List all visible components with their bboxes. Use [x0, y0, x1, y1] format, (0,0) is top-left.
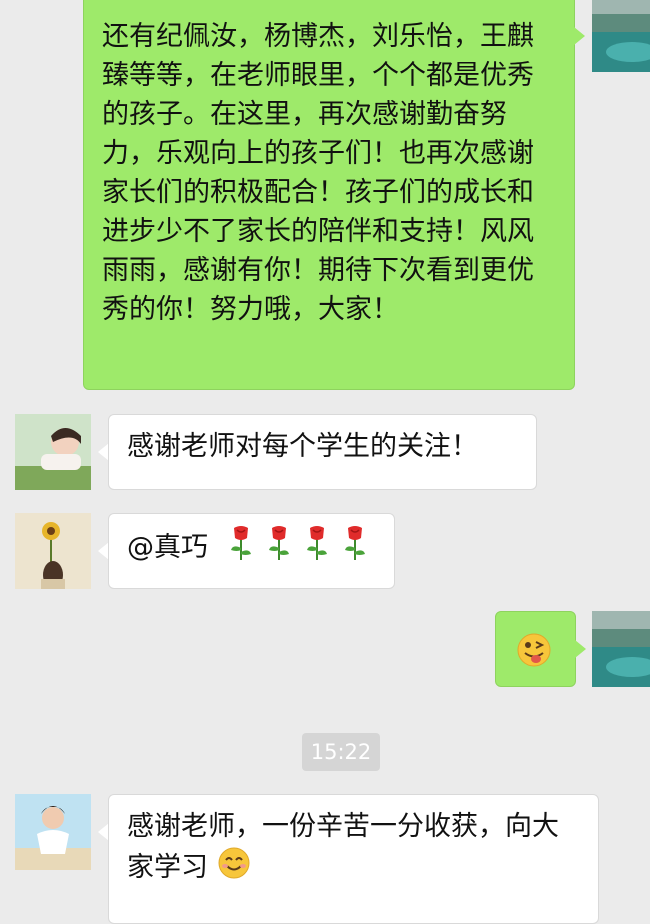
- message-text: @真巧: [127, 532, 208, 563]
- rose-icon: [303, 526, 331, 571]
- smiling-emoji-icon: [217, 846, 251, 891]
- message-bubble[interactable]: 感谢老师对每个学生的关注！: [108, 414, 537, 490]
- avatar[interactable]: [592, 611, 650, 687]
- message-bubble[interactable]: 还有纪佩汝，杨博杰，刘乐怡，王麒臻等等，在老师眼里，个个都是优秀的孩子。在这里，…: [83, 0, 575, 390]
- lake-photo-icon: [592, 611, 650, 687]
- timestamp-badge: 15:22: [302, 733, 380, 771]
- message-bubble[interactable]: 感谢老师，一份辛苦一分收获，向大家学习: [108, 794, 599, 924]
- rose-icon: [227, 526, 255, 571]
- avatar[interactable]: [15, 513, 91, 589]
- message-bubble[interactable]: @真巧: [108, 513, 395, 589]
- rose-icon: [265, 526, 293, 571]
- sunflower-photo-icon: [15, 513, 91, 589]
- woman-beach-photo-icon: [15, 794, 91, 870]
- lake-photo-icon: [592, 0, 650, 72]
- avatar[interactable]: [592, 0, 650, 72]
- message-bubble[interactable]: [495, 611, 576, 687]
- girl-photo-icon: [15, 414, 91, 490]
- winking-tongue-emoji-icon: [517, 633, 551, 667]
- message-text: 感谢老师对每个学生的关注！: [127, 431, 478, 462]
- message-text: 感谢老师，一份辛苦一分收获，向大家学习: [127, 811, 559, 883]
- avatar[interactable]: [15, 794, 91, 870]
- avatar[interactable]: [15, 414, 91, 490]
- rose-icon: [341, 526, 369, 571]
- message-text: 还有纪佩汝，杨博杰，刘乐怡，王麒臻等等，在老师眼里，个个都是优秀的孩子。在这里，…: [102, 21, 534, 325]
- bubble-tail: [575, 640, 586, 658]
- bubble-tail: [574, 27, 585, 45]
